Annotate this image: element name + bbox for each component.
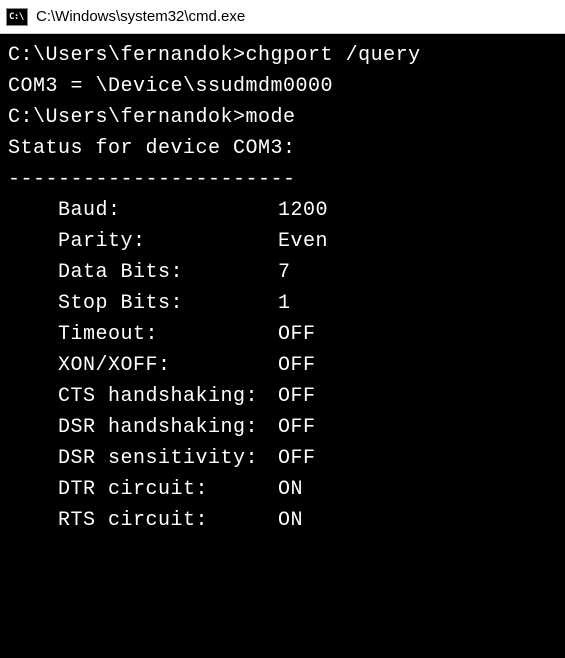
status-row: Baud:1200	[8, 195, 557, 226]
status-value: OFF	[278, 319, 316, 350]
status-value: 1200	[278, 195, 328, 226]
status-row: DSR sensitivity:OFF	[8, 443, 557, 474]
status-row: Stop Bits:1	[8, 288, 557, 319]
status-label: RTS circuit:	[58, 505, 278, 536]
cmd-icon: C:\	[6, 8, 28, 26]
status-row: Timeout:OFF	[8, 319, 557, 350]
status-label: Parity:	[58, 226, 278, 257]
command-2: mode	[246, 106, 296, 129]
status-row: DTR circuit:ON	[8, 474, 557, 505]
status-label: Timeout:	[58, 319, 278, 350]
command-1: chgport /query	[246, 44, 421, 67]
status-label: XON/XOFF:	[58, 350, 278, 381]
cmd-icon-label: C:\	[9, 12, 24, 22]
status-divider: -----------------------	[8, 164, 557, 195]
status-value: Even	[278, 226, 328, 257]
status-row: XON/XOFF:OFF	[8, 350, 557, 381]
window-titlebar: C:\ C:\Windows\system32\cmd.exe	[0, 0, 565, 34]
status-header: Status for device COM3:	[8, 133, 557, 164]
status-value: ON	[278, 474, 303, 505]
status-label: Stop Bits:	[58, 288, 278, 319]
status-label: DTR circuit:	[58, 474, 278, 505]
status-value: OFF	[278, 350, 316, 381]
status-row: DSR handshaking:OFF	[8, 412, 557, 443]
status-label: Baud:	[58, 195, 278, 226]
status-row: RTS circuit:ON	[8, 505, 557, 536]
window-title: C:\Windows\system32\cmd.exe	[36, 8, 245, 25]
status-row: Data Bits:7	[8, 257, 557, 288]
prompt-1: C:\Users\fernandok>	[8, 44, 246, 67]
status-label: Data Bits:	[58, 257, 278, 288]
prompt-2: C:\Users\fernandok>	[8, 106, 246, 129]
cmd-line-2: C:\Users\fernandok>mode	[8, 102, 557, 133]
cmd-line-1: C:\Users\fernandok>chgport /query	[8, 40, 557, 71]
status-label: DSR handshaking:	[58, 412, 278, 443]
status-row: CTS handshaking:OFF	[8, 381, 557, 412]
status-value: OFF	[278, 412, 316, 443]
status-label: DSR sensitivity:	[58, 443, 278, 474]
status-value: OFF	[278, 443, 316, 474]
status-value: 1	[278, 288, 291, 319]
status-value: OFF	[278, 381, 316, 412]
chgport-output: COM3 = \Device\ssudmdm0000	[8, 71, 557, 102]
terminal-output[interactable]: C:\Users\fernandok>chgport /queryCOM3 = …	[0, 34, 565, 658]
status-value: ON	[278, 505, 303, 536]
status-row: Parity:Even	[8, 226, 557, 257]
status-value: 7	[278, 257, 291, 288]
status-label: CTS handshaking:	[58, 381, 278, 412]
